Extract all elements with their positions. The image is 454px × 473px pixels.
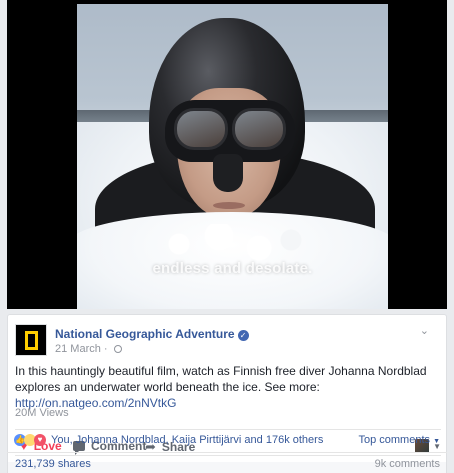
reaction-summary-text[interactable]: You, Johanna Nordblad, Kaija Pirttijärvi… — [51, 434, 323, 446]
post-body: In this hauntingly beautiful film, watch… — [15, 364, 427, 394]
view-count: 20M Views — [15, 407, 69, 419]
post-text: In this hauntingly beautiful film, watch… — [15, 363, 439, 411]
mask-nose — [213, 154, 243, 192]
post-header: National Geographic Adventure ✓ 21 March … — [15, 324, 435, 358]
comment-count[interactable]: 9k comments — [375, 458, 440, 470]
love-reaction-icon: ♥ — [34, 434, 46, 446]
globe-icon — [113, 345, 122, 353]
video-player[interactable]: endless and desolate. — [7, 0, 447, 309]
mask-lens-right — [232, 108, 286, 150]
dot-separator: · — [103, 343, 108, 355]
reaction-summary-row: 👍 ♥ You, Johanna Nordblad, Kaija Pirttij… — [14, 432, 440, 448]
post-card: National Geographic Adventure ✓ 21 March … — [7, 314, 447, 473]
diver-mouth — [213, 202, 245, 209]
dive-mask — [165, 100, 295, 162]
divider — [15, 429, 441, 430]
reaction-icons[interactable]: 👍 ♥ — [14, 434, 46, 446]
page-name-text[interactable]: National Geographic Adventure — [55, 327, 235, 341]
top-comments-dropdown[interactable]: Top comments ▼ — [358, 434, 440, 446]
divider — [7, 452, 447, 453]
share-count[interactable]: 231,739 shares — [15, 458, 91, 470]
top-comments-label: Top comments — [358, 434, 430, 446]
chevron-down-icon[interactable]: ⌄ — [420, 324, 429, 337]
post-meta: 21 March · — [55, 343, 122, 355]
caret-down-icon: ▼ — [433, 438, 440, 445]
divider — [15, 455, 441, 456]
mask-lens-left — [174, 108, 228, 150]
natgeo-logo-icon[interactable] — [15, 324, 47, 356]
video-frame[interactable]: endless and desolate. — [77, 4, 388, 309]
post-date[interactable]: 21 March — [55, 343, 101, 355]
verified-badge-icon: ✓ — [237, 330, 249, 341]
snow-chunks — [147, 224, 307, 264]
page-name[interactable]: National Geographic Adventure ✓ — [55, 327, 249, 341]
video-subtitle: endless and desolate. — [152, 260, 313, 277]
